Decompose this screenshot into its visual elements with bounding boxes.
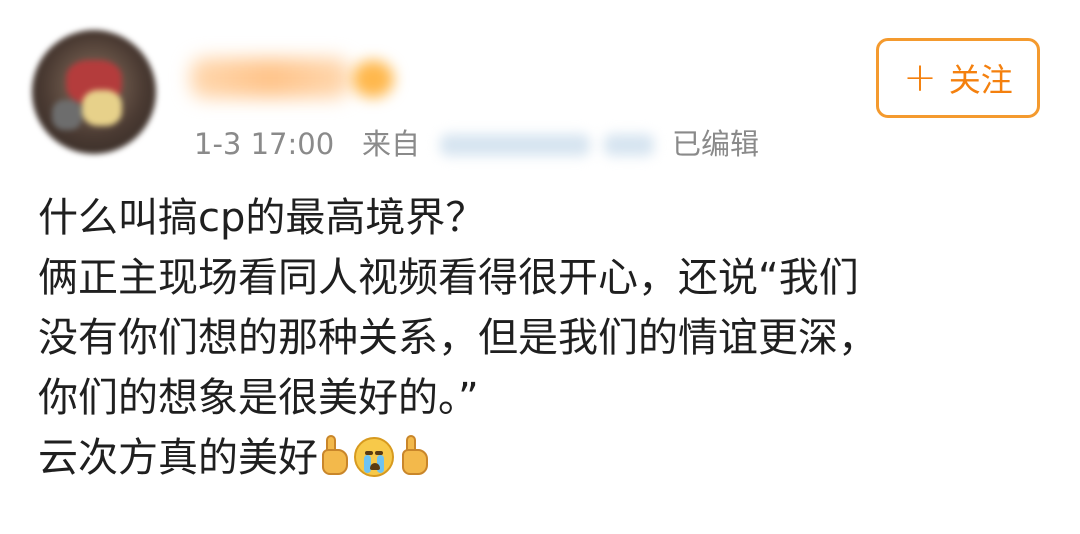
thumbs-up-icon [400, 433, 430, 477]
thumbs-up-icon [320, 433, 350, 477]
post-time: 1-3 17:00 [194, 127, 335, 161]
source-blurred-2 [604, 134, 654, 156]
follow-button[interactable]: + 关注 [876, 38, 1040, 118]
member-badge-icon [352, 60, 394, 98]
follow-label: 关注 [948, 61, 1013, 99]
weibo-post: 1-3 17:00 来自 已编辑 + 关注 什么叫搞cp的最高境界？ 俩正主现场… [0, 0, 1080, 534]
edited-label: 已编辑 [672, 127, 760, 161]
source-blurred [440, 134, 590, 156]
content-line: 俩正主现场看同人视频看得很开心，还说“我们 [38, 255, 859, 301]
content-line: 什么叫搞cp的最高境界？ [38, 195, 486, 241]
avatar[interactable] [32, 30, 156, 154]
content-line-last: 云次方真的美好 [38, 428, 1058, 488]
username-blurred[interactable] [190, 58, 350, 98]
post-content: 什么叫搞cp的最高境界？ 俩正主现场看同人视频看得很开心，还说“我们 没有你们想… [38, 188, 1058, 488]
crying-face-icon [354, 437, 394, 477]
plus-icon: + [903, 55, 937, 101]
content-line: 没有你们想的那种关系，但是我们的情谊更深， [38, 315, 878, 361]
source-label: 来自 [362, 127, 421, 161]
content-line-text: 云次方真的美好 [38, 435, 318, 481]
content-line: 你们的想象是很美好的。” [38, 375, 479, 421]
